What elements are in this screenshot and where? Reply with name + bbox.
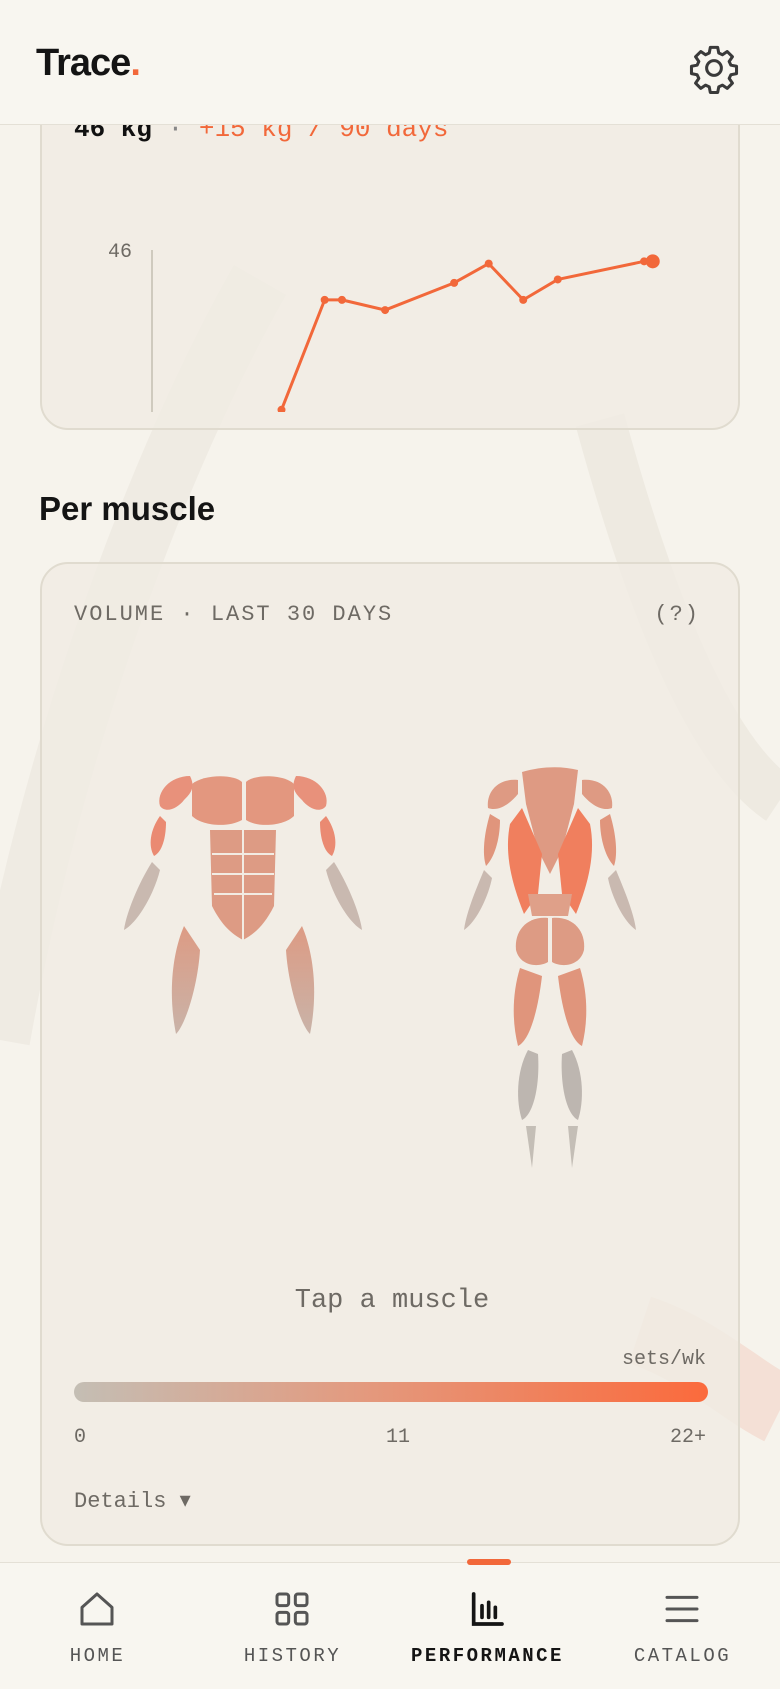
muscle-right-hamstring[interactable] xyxy=(558,968,587,1046)
volume-scale-bar xyxy=(74,1382,708,1402)
muscle-front-left-shoulder[interactable] xyxy=(159,776,193,810)
muscle-right-glute[interactable] xyxy=(552,917,585,966)
muscle-map xyxy=(124,767,636,1168)
data-point[interactable] xyxy=(337,295,346,304)
app-logo: Trace. xyxy=(36,42,141,84)
data-point[interactable] xyxy=(484,259,493,268)
data-point[interactable] xyxy=(381,306,390,315)
nav-home[interactable]: HOME xyxy=(0,1563,195,1689)
muscle-left-hamstring[interactable] xyxy=(513,968,542,1046)
muscle-front-left-bicep[interactable] xyxy=(150,816,166,856)
muscle-lower-back[interactable] xyxy=(528,894,572,916)
nav-label: CATALOG xyxy=(633,1645,732,1667)
muscle-chest-right[interactable] xyxy=(246,776,294,825)
section-title: Per muscle xyxy=(39,490,216,527)
app-header: Trace. xyxy=(0,0,780,125)
muscle-volume-card: VOLUME · LAST 30 DAYS (?) Tap a muscle s… xyxy=(40,562,740,1546)
latest-data-point[interactable] xyxy=(645,254,660,269)
tap-prompt: Tap a muscle xyxy=(294,1286,490,1316)
muscle-rear-right-forearm[interactable] xyxy=(608,870,636,930)
gear-icon[interactable] xyxy=(688,42,740,94)
help-button[interactable]: (?) xyxy=(654,602,700,627)
muscle-rear-left-tricep[interactable] xyxy=(483,814,500,866)
chart-marks xyxy=(277,254,660,412)
weight-chart: 46 31 d-60 d-30 d xyxy=(108,241,660,412)
muscle-rear-right-delt[interactable] xyxy=(582,779,613,810)
data-point[interactable] xyxy=(519,295,528,304)
series-line xyxy=(280,259,653,411)
menu-icon xyxy=(665,1595,699,1623)
scale-tick: 22+ xyxy=(669,1426,706,1449)
nav-catalog[interactable]: CATALOG xyxy=(585,1563,780,1689)
nav-label: HOME xyxy=(69,1645,126,1667)
muscle-front-right-shoulder[interactable] xyxy=(293,776,327,810)
muscle-front-right-bicep[interactable] xyxy=(320,816,336,856)
front-body xyxy=(124,776,362,1034)
muscle-left-glute[interactable] xyxy=(515,917,548,966)
muscle-front-right-quad[interactable] xyxy=(286,926,315,1034)
data-point[interactable] xyxy=(320,295,329,304)
scale-tick: 11 xyxy=(385,1426,410,1449)
volume-label: VOLUME · LAST 30 DAYS xyxy=(74,602,394,627)
muscle-right-calf[interactable] xyxy=(561,1050,582,1120)
muscle-rear-right-tricep[interactable] xyxy=(600,814,617,866)
y-tick-label: 31 xyxy=(108,411,132,412)
scale-tick: 0 xyxy=(74,1426,87,1449)
muscle-front-left-quad[interactable] xyxy=(171,926,200,1034)
scale-unit: sets/wk xyxy=(621,1348,706,1371)
muscle-chest-left[interactable] xyxy=(192,776,242,825)
back-body xyxy=(464,767,636,1168)
y-tick-label: 46 xyxy=(108,241,132,264)
muscle-front-right-forearm[interactable] xyxy=(326,862,362,930)
nav-performance[interactable]: PERFORMANCE xyxy=(390,1559,585,1689)
details-toggle[interactable]: Details ▾ xyxy=(74,1488,191,1514)
home-icon xyxy=(80,1592,114,1626)
bar-chart-icon xyxy=(471,1592,504,1626)
muscle-front-left-forearm[interactable] xyxy=(124,862,160,930)
muscle-rear-left-forearm[interactable] xyxy=(464,870,492,930)
nav-history[interactable]: HISTORY xyxy=(195,1563,390,1689)
grid-icon xyxy=(275,1592,309,1626)
muscle-rear-left-delt[interactable] xyxy=(487,779,518,810)
bottom-nav: HOME HISTORY PERFORMANCE CATALOG xyxy=(0,1559,780,1689)
nav-label: HISTORY xyxy=(243,1645,342,1667)
data-point[interactable] xyxy=(450,278,459,287)
muscle-left-calf[interactable] xyxy=(518,1050,539,1120)
active-indicator xyxy=(467,1559,511,1565)
nav-label: PERFORMANCE xyxy=(411,1645,564,1667)
data-point[interactable] xyxy=(553,275,562,284)
